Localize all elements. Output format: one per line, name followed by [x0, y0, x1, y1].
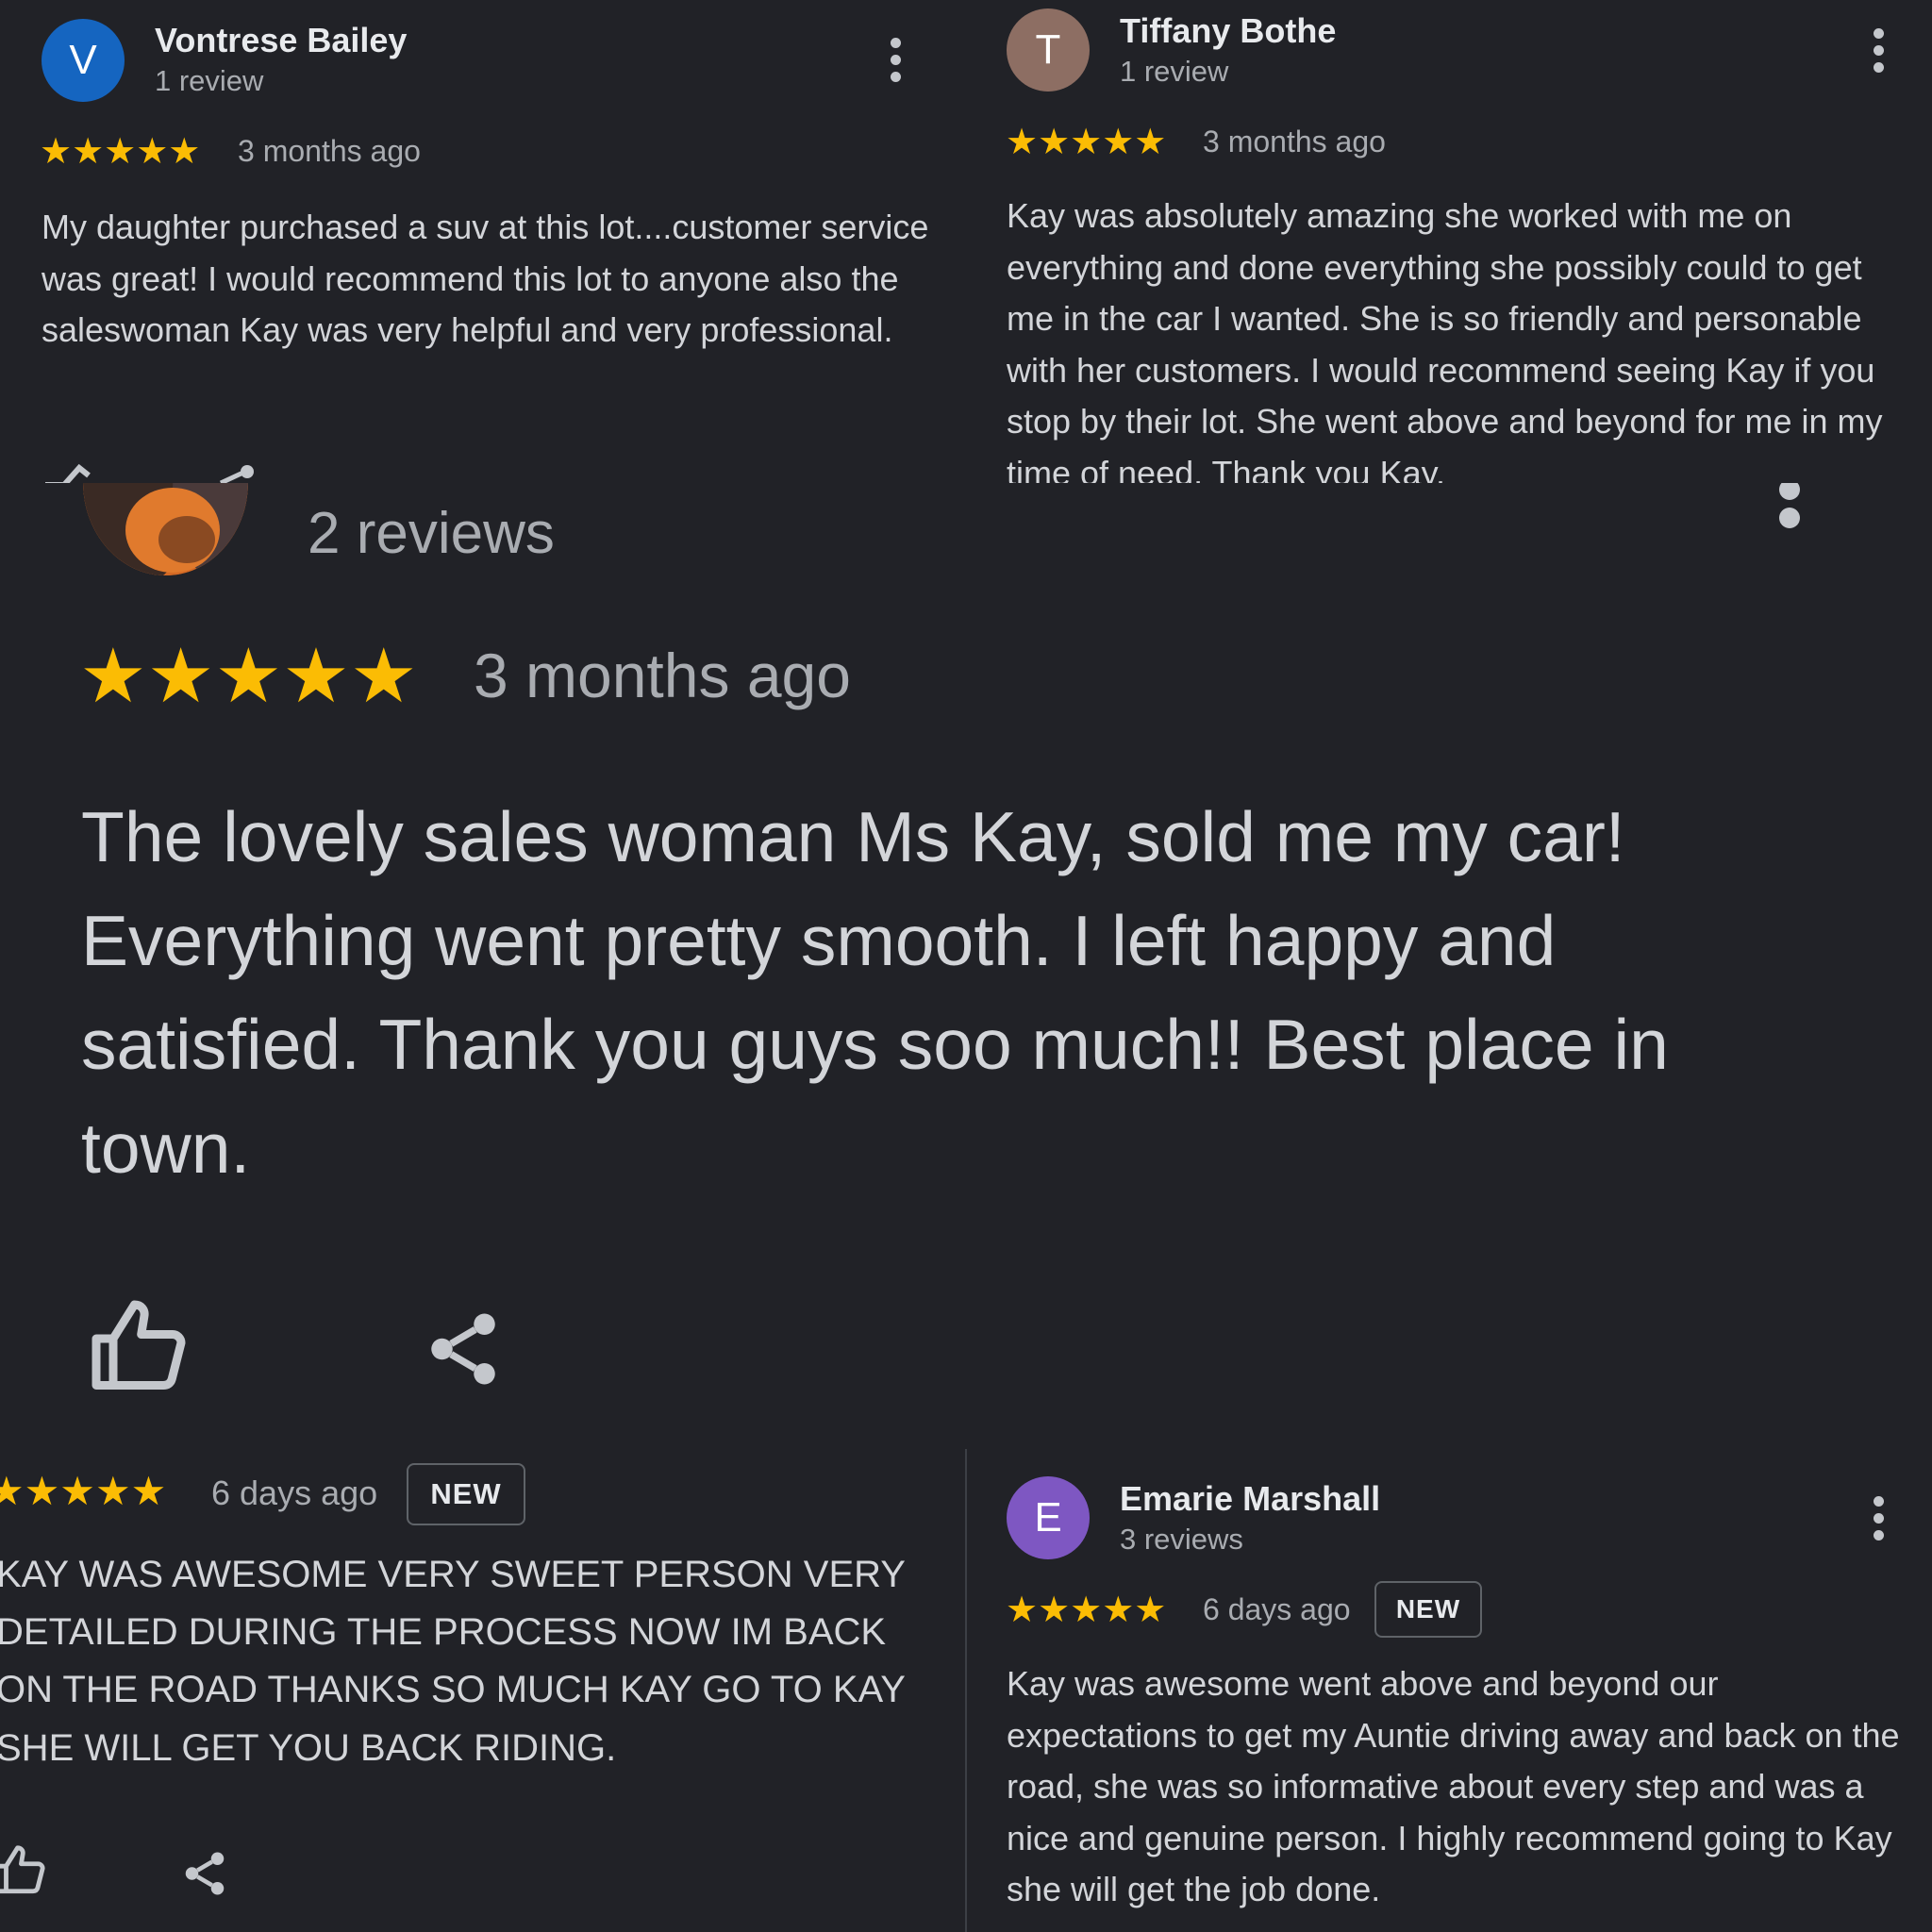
- review-card-vontrese: V Vontrese Bailey 1 review ★★★★★ 3 month…: [0, 0, 966, 483]
- more-vert-icon[interactable]: [1860, 1494, 1898, 1543]
- review-count: 2 reviews: [308, 501, 555, 566]
- review-date: 3 months ago: [1203, 125, 1386, 158]
- star-rating: ★★★★★: [1006, 123, 1167, 162]
- review-date: 6 days ago: [211, 1474, 378, 1512]
- share-icon[interactable]: [421, 1304, 506, 1394]
- star-rating: ★★★★★: [40, 132, 201, 172]
- star-rating: ★★★★★: [1006, 1591, 1167, 1630]
- more-vert-icon[interactable]: [1860, 26, 1898, 75]
- thumbs-up-icon[interactable]: [42, 460, 94, 483]
- reviewer-name[interactable]: Vontrese Bailey: [155, 21, 407, 60]
- review-card-zoomed: 2 reviews ★★★★★ 3 months ago The lovely …: [0, 483, 1932, 1449]
- review-text-line: SHE WILL GET YOU BACK RIDING.: [0, 1727, 617, 1769]
- more-vert-icon[interactable]: [1772, 483, 1809, 536]
- review-count: 1 review: [155, 64, 264, 97]
- star-rating: ★★★★★: [79, 634, 418, 718]
- avatar[interactable]: [83, 483, 248, 575]
- avatar[interactable]: V: [42, 19, 125, 102]
- review-count: 1 review: [1120, 55, 1229, 88]
- review-text-line: DETAILED DURING THE PROCESS NOW IM BACK: [0, 1611, 887, 1653]
- more-vert-icon[interactable]: [877, 36, 915, 85]
- new-badge: NEW: [1374, 1581, 1482, 1638]
- review-text: Kay was awesome went above and beyond ou…: [1007, 1664, 1900, 1908]
- avatar[interactable]: T: [1007, 8, 1090, 92]
- review-text: The lovely sales woman Ms Kay, sold me m…: [81, 797, 1669, 1188]
- thumbs-up-icon[interactable]: [0, 1843, 49, 1898]
- share-icon[interactable]: [179, 1847, 230, 1900]
- new-badge: NEW: [407, 1463, 525, 1525]
- review-card-tiffany: T Tiffany Bothe 1 review ★★★★★ 3 months …: [966, 0, 1932, 483]
- review-text-line: ON THE ROAD THANKS SO MUCH KAY GO TO KAY: [0, 1669, 906, 1710]
- share-icon[interactable]: [217, 462, 255, 483]
- review-text-line: KAY WAS AWESOME VERY SWEET PERSON VERY: [0, 1554, 906, 1595]
- review-card-caps: ★★★★★ 6 days ago NEW KAY WAS AWESOME VER…: [0, 1449, 965, 1932]
- review-date: 3 months ago: [238, 134, 421, 168]
- review-card-emarie: E Emarie Marshall 3 reviews ★★★★★ 6 days…: [967, 1449, 1932, 1932]
- reviewer-name[interactable]: Tiffany Bothe: [1120, 11, 1336, 51]
- star-rating: ★★★★★: [0, 1469, 167, 1513]
- review-date: 6 days ago: [1203, 1592, 1351, 1626]
- avatar[interactable]: E: [1007, 1476, 1090, 1559]
- thumbs-up-icon[interactable]: [87, 1296, 191, 1398]
- review-date: 3 months ago: [474, 641, 851, 710]
- review-count: 3 reviews: [1120, 1523, 1243, 1556]
- reviewer-name[interactable]: Emarie Marshall: [1120, 1479, 1380, 1519]
- review-text: My daughter purchased a suv at this lot.…: [42, 208, 929, 349]
- review-text: Kay was absolutely amazing she worked wi…: [1007, 196, 1883, 483]
